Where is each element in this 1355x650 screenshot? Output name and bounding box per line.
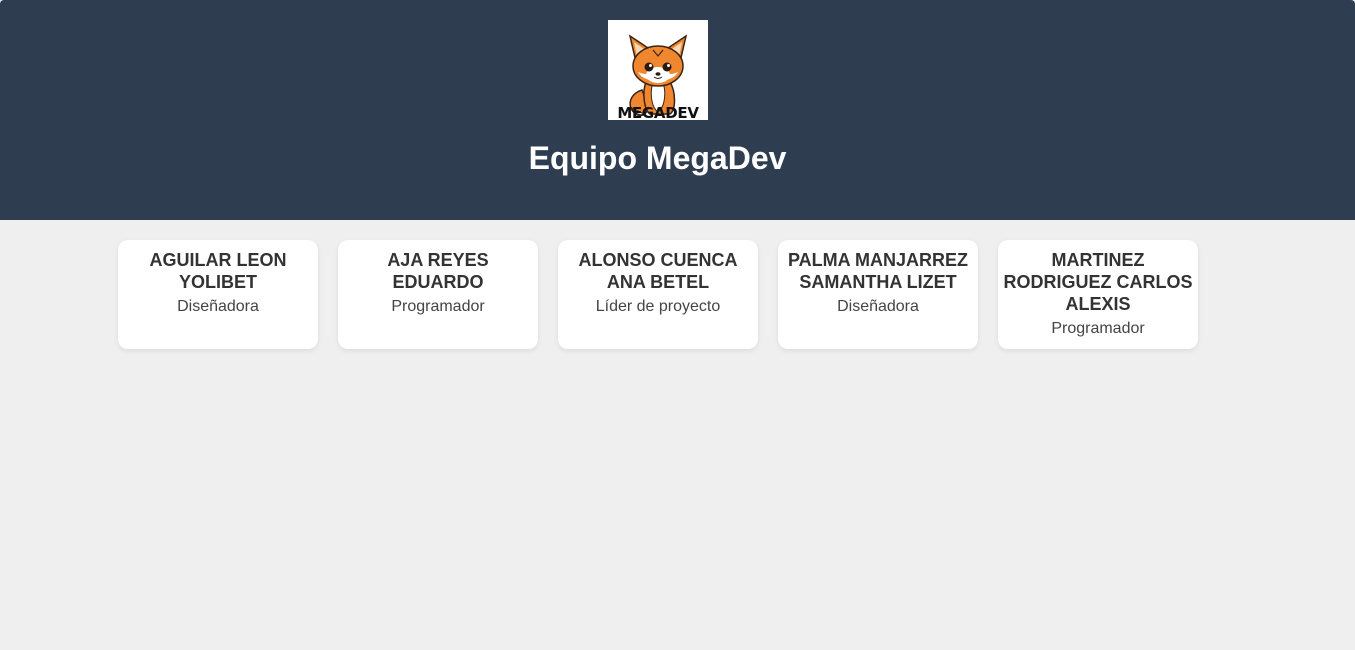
team-card: MARTINEZ RODRIGUEZ CARLOS ALEXIS Program…: [998, 240, 1198, 349]
team-card: ALONSO CUENCA ANA BETEL Líder de proyect…: [558, 240, 758, 349]
member-name: PALMA MANJARREZ SAMANTHA LIZET: [788, 250, 968, 292]
team-card: PALMA MANJARREZ SAMANTHA LIZET Diseñador…: [778, 240, 978, 349]
member-role: Diseñadora: [837, 298, 919, 315]
team-card: AJA REYES EDUARDO Programador: [338, 240, 538, 349]
member-role: Diseñadora: [177, 298, 259, 315]
member-name: MARTINEZ RODRIGUEZ CARLOS ALEXIS: [1003, 250, 1193, 314]
team-card: AGUILAR LEON YOLIBET Diseñadora: [118, 240, 318, 349]
member-role: Programador: [1051, 320, 1145, 337]
member-role: Líder de proyecto: [595, 298, 721, 315]
page-title: Equipo MegaDev: [528, 140, 787, 176]
logo-text: MEGADEV: [617, 104, 699, 120]
member-name: AJA REYES EDUARDO: [387, 250, 489, 292]
team-card-list: AGUILAR LEON YOLIBET Diseñadora AJA REYE…: [118, 240, 1198, 349]
member-name: AGUILAR LEON YOLIBET: [149, 250, 287, 292]
member-role: Programador: [391, 298, 485, 315]
header: MEGADEV Equipo MegaDev: [0, 0, 1355, 220]
megadev-logo: MEGADEV: [608, 20, 708, 120]
member-name: ALONSO CUENCA ANA BETEL: [578, 250, 738, 292]
